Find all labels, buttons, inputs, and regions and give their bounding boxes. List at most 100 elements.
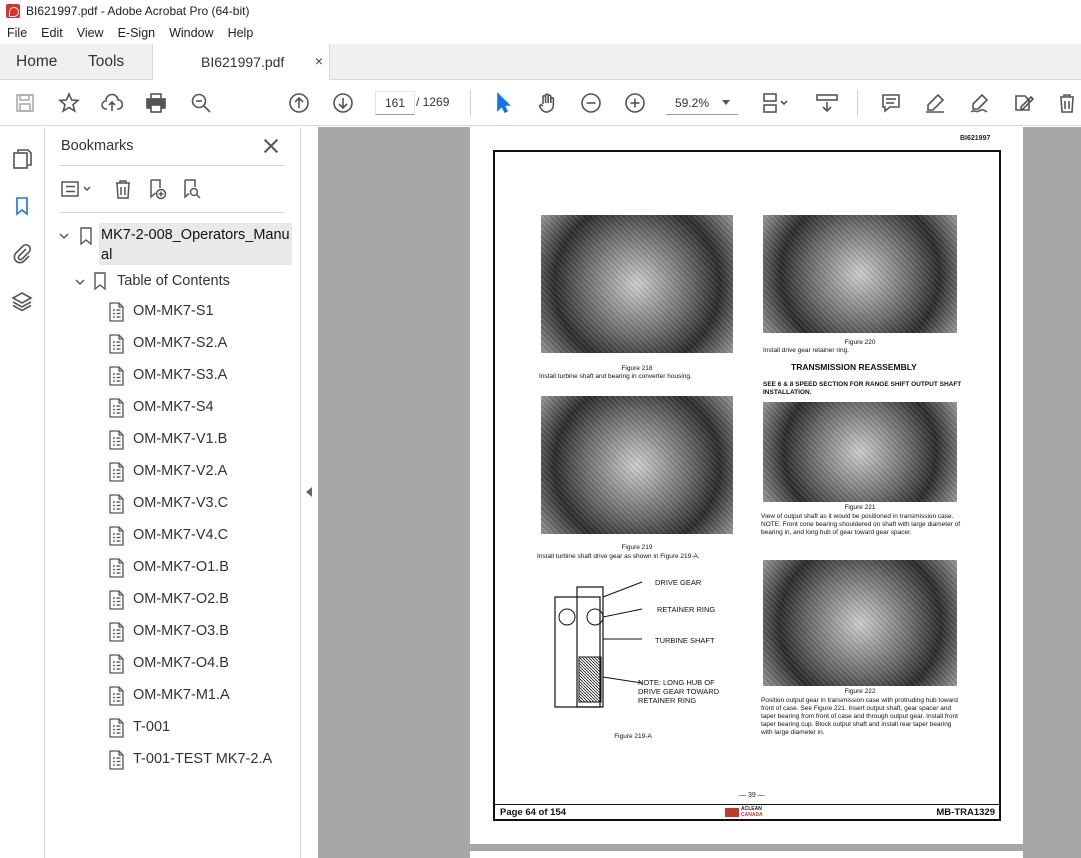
bookmark-item[interactable]: OM-MK7-O1.B [107,556,297,580]
document-viewport[interactable]: BI621997 Figure 218 Install turbine shaf… [318,127,1081,858]
bookmark-item-label: OM-MK7-S4 [133,399,214,415]
zoom-level-select[interactable]: 59.2% [666,91,738,115]
figure-218-title: Figure 218 [621,365,653,372]
chevron-down-icon[interactable] [59,231,69,241]
bookmark-icon[interactable] [10,194,34,218]
navigation-rail [0,127,45,858]
bookmark-item-label: T-001 [133,719,171,735]
save-icon[interactable] [13,91,37,115]
bookmark-item[interactable]: OM-MK7-S4 [107,396,297,420]
hand-tool-icon[interactable] [535,91,559,115]
diagram-label-drive-gear: DRIVE GEAR [655,578,702,587]
menu-edit[interactable]: Edit [34,26,70,40]
divider [59,165,285,166]
maclean-logo: ACLEAN CANADA [725,806,775,819]
printed-page-number: — 39 — [739,792,765,799]
bookmark-item[interactable]: OM-MK7-O3.B [107,620,297,644]
panel-title: Bookmarks [61,138,134,154]
find-bookmark-icon[interactable] [179,177,203,201]
section-subheading: SEE 6 & 8 SPEED SECTION FOR RANGE SHIFT … [763,381,962,396]
bookmark-item[interactable]: T-001-TEST MK7-2.A [107,748,297,772]
menu-file[interactable]: File [0,26,34,40]
bookmark-item[interactable]: OM-MK7-S1 [107,300,297,324]
draw-sign-icon[interactable] [967,91,991,115]
bookmark-item[interactable]: OM-MK7-M1.A [107,684,297,708]
bookmark-page-icon [109,494,124,514]
doc-id: BI621997 [960,135,991,142]
diagram-label-turbine-shaft: TURBINE SHAFT [655,636,715,645]
bookmark-item-label: OM-MK7-V2.A [133,463,228,479]
toolbar: 161 / 1269 59.2% [0,80,1081,126]
bookmark-item[interactable]: OM-MK7-S3.A [107,364,297,388]
bookmark-item[interactable]: OM-MK7-V1.B [107,428,297,452]
attachments-icon[interactable] [10,241,34,265]
bookmark-item-label: OM-MK7-O4.B [133,655,229,671]
tab-home[interactable]: Home [16,53,57,71]
menu-view[interactable]: View [70,26,111,40]
divider [59,212,285,213]
bookmark-icon [80,227,92,245]
layers-icon[interactable] [10,289,34,313]
bookmark-item[interactable]: OM-MK7-S2.A [107,332,297,356]
chevron-down-icon[interactable] [75,277,85,287]
page-thumbnails-icon[interactable] [10,147,34,171]
new-bookmark-icon[interactable] [145,177,169,201]
collapse-panel-icon[interactable] [306,487,312,497]
bookmark-item[interactable]: OM-MK7-O4.B [107,652,297,676]
delete-bookmark-icon[interactable] [111,177,135,201]
previous-page-icon[interactable] [287,91,311,115]
bookmark-item[interactable]: OM-MK7-O2.B [107,588,297,612]
fill-sign-icon[interactable] [1011,91,1035,115]
page-layout-icon[interactable] [759,91,793,115]
close-icon[interactable] [262,137,280,155]
tab-document[interactable]: BI621997.pdf × [152,44,330,81]
scroll-mode-icon[interactable] [814,91,840,115]
panel-collapse-strip[interactable] [300,127,318,858]
bookmark-item[interactable]: OM-MK7-V2.A [107,460,297,484]
bookmark-item[interactable]: T-001 [107,716,297,740]
menu-window[interactable]: Window [162,26,220,40]
figure-219a-diagram [554,581,643,708]
bookmark-page-icon [109,398,124,418]
zoom-in-icon[interactable] [623,91,647,115]
bookmark-item[interactable]: OM-MK7-V3.C [107,492,297,516]
bookmark-item-label: T-001-TEST MK7-2.A [133,751,273,767]
bookmark-page-icon [109,718,124,738]
comment-icon[interactable] [879,91,903,115]
footer-page-count: Page 64 of 154 [500,807,567,818]
star-icon[interactable] [57,91,81,115]
select-cursor-icon[interactable] [491,91,515,115]
menu-esign[interactable]: E-Sign [111,26,163,40]
diagram-label-retainer-ring: RETAINER RING [657,605,716,614]
bookmark-root[interactable]: MK7-2-008_Operators_Manual [59,223,295,267]
options-menu-icon[interactable] [59,177,95,201]
menu-help[interactable]: Help [221,26,261,40]
figure-219-photo [541,396,733,534]
bookmark-item-label: OM-MK7-M1.A [133,687,230,703]
diagram-note: NOTE: LONG HUB OF DRIVE GEAR TOWARD RETA… [638,678,720,705]
tab-tools[interactable]: Tools [88,53,124,71]
bookmark-page-icon [109,366,124,386]
chevron-down-icon [722,100,730,105]
delete-icon[interactable] [1055,91,1079,115]
print-icon[interactable] [144,91,168,115]
search-zoom-icon[interactable] [189,91,213,115]
bookmark-page-icon [109,302,124,322]
tab-bar: Home Tools BI621997.pdf × [0,44,1081,81]
bookmark-page-icon [109,654,124,674]
pdf-page: BI621997 Figure 218 Install turbine shaf… [470,127,1023,844]
upload-cloud-icon[interactable] [100,91,124,115]
bookmark-item-label: OM-MK7-O1.B [133,559,229,575]
toolbar-divider [470,90,471,116]
figure-220-caption: Install drive gear retainer ring. [763,347,849,354]
page-frame: Figure 218 Install turbine shaft and bea… [493,150,1001,821]
highlight-pen-icon[interactable] [923,91,947,115]
close-tab-icon[interactable]: × [315,53,323,69]
bookmark-item[interactable]: OM-MK7-V4.C [107,524,297,548]
zoom-out-icon[interactable] [579,91,603,115]
bookmark-table-of-contents[interactable]: Table of Contents [75,271,295,293]
page-number-input[interactable]: 161 [375,91,415,115]
next-page-icon[interactable] [331,91,355,115]
figure-222-photo [763,560,957,686]
footer-doc-code: MB-TRA1329 [936,807,995,818]
